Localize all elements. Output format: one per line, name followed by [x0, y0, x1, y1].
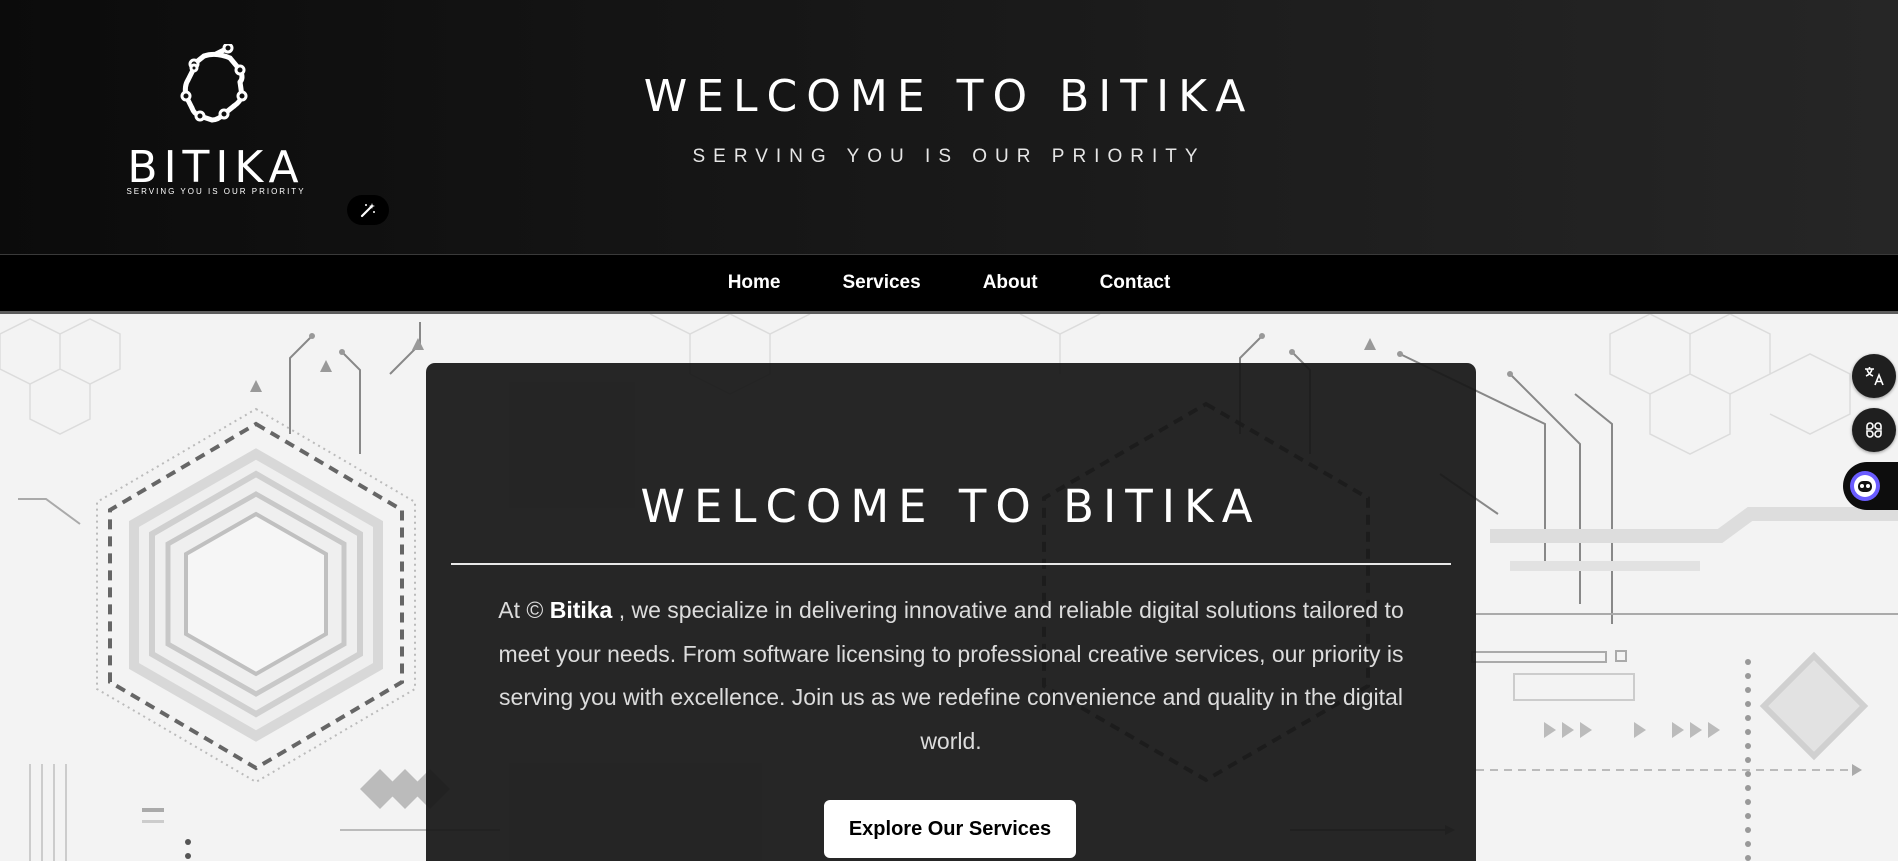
card-title: WELCOME TO BITIKA [640, 480, 1262, 533]
hero-section: WELCOME TO BITIKA At © Bitika , we speci… [0, 314, 1898, 861]
logo-tagline: SERVING YOU IS OUR PRIORITY [126, 187, 306, 196]
nav-item-services[interactable]: Services [812, 272, 952, 294]
assistant-button[interactable] [1843, 462, 1898, 510]
translate-icon [1865, 367, 1884, 386]
magic-wand-button[interactable] [347, 195, 389, 225]
main-nav: Home Services About Contact [0, 255, 1898, 314]
card-intro: At © Bitika , we specialize in deliverin… [476, 589, 1426, 763]
header-subtitle: SERVING YOU IS OUR PRIORITY [692, 146, 1206, 167]
intro-pre: At © [498, 597, 550, 623]
apps-button[interactable] [1852, 408, 1896, 452]
nav-item-about[interactable]: About [952, 272, 1069, 294]
site-header: BITIKA SERVING YOU IS OUR PRIORITY WELCO… [0, 0, 1898, 255]
apps-icon [1866, 422, 1882, 438]
card-divider [451, 563, 1451, 565]
nav-item-home[interactable]: Home [697, 272, 812, 294]
translate-button[interactable] [1852, 354, 1896, 398]
brand-name: Bitika [549, 597, 613, 623]
nav-item-contact[interactable]: Contact [1069, 272, 1202, 294]
welcome-card: WELCOME TO BITIKA At © Bitika , we speci… [426, 363, 1476, 861]
assistant-icon [1850, 471, 1880, 501]
magic-wand-icon [360, 203, 375, 218]
intro-post: , we specialize in delivering innovative… [498, 597, 1404, 754]
header-title: WELCOME TO BITIKA [643, 71, 1255, 122]
explore-services-button[interactable]: Explore Our Services [824, 800, 1076, 858]
